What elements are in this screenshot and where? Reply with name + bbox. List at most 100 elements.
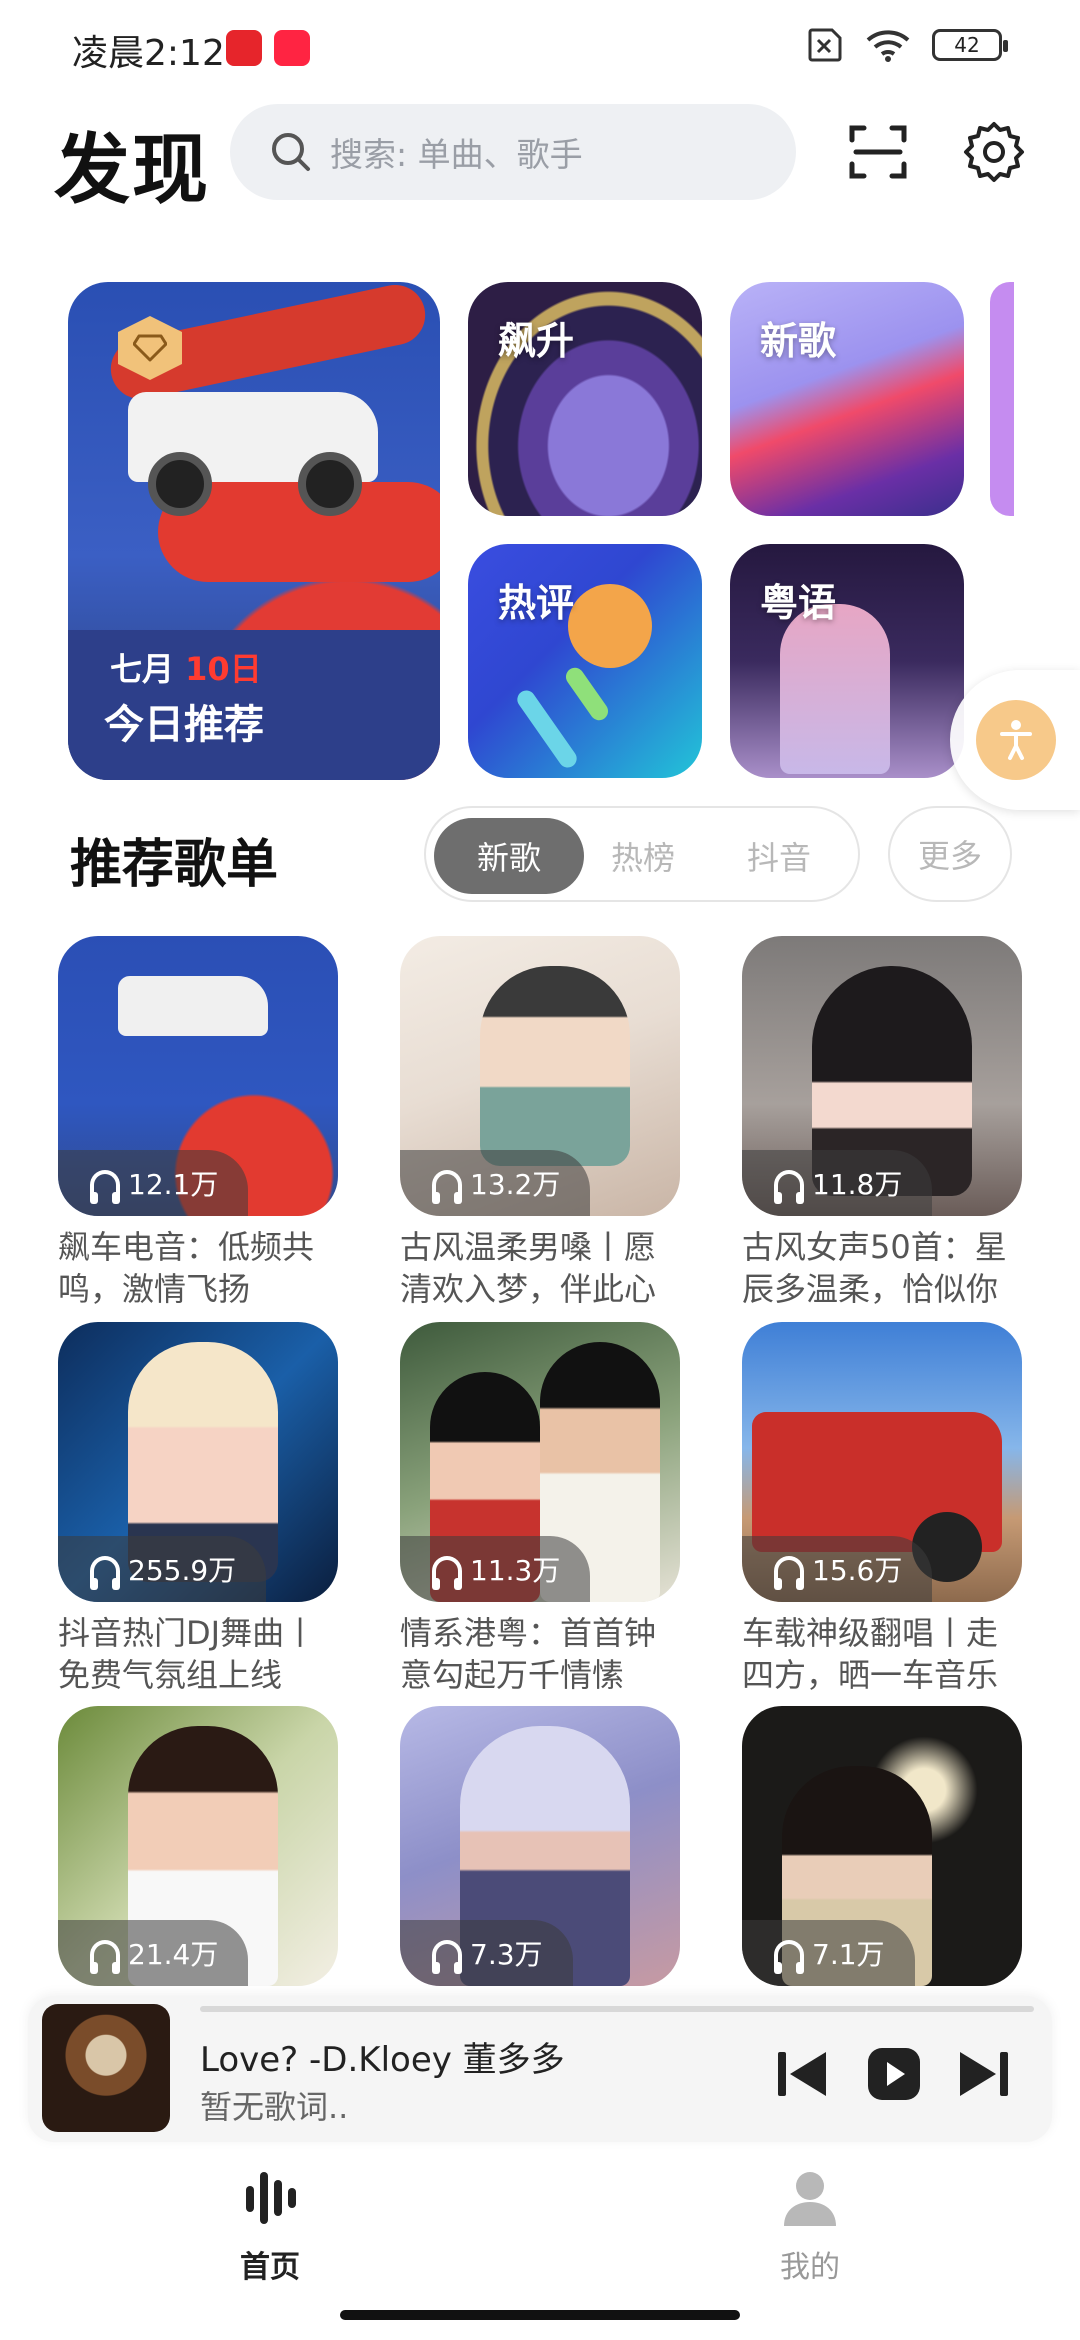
no-sim-icon: [808, 28, 842, 62]
cover-art-wheel: [148, 452, 212, 516]
play-count: 13.2万: [400, 1150, 591, 1216]
playlist-cover: 12.1万: [58, 936, 338, 1216]
daily-date: 七月 10日: [110, 644, 262, 690]
headphone-icon: [432, 1170, 462, 1204]
header: 发现 搜索: 单曲、歌手: [0, 100, 1080, 214]
cover-art-circle: [568, 584, 652, 668]
cantonese-label: 粤语: [760, 581, 837, 625]
play-count: 255.9万: [58, 1536, 267, 1602]
playlist-title: 车载神级翻唱丨走四方，晒一车音乐: [742, 1614, 999, 1694]
playlist-cover: 15.6万: [742, 1322, 1022, 1602]
playlist-cover: 7.1万: [742, 1706, 1022, 1986]
mini-player[interactable]: Love? -D.Kloey 董多多 暂无歌词..: [28, 1996, 1052, 2142]
hot-comment-label: 热评: [498, 581, 575, 625]
tab-douyin[interactable]: 抖音: [704, 818, 854, 894]
hot-comment-tile[interactable]: 热评: [468, 544, 702, 778]
page-title: 发现: [54, 125, 210, 214]
battery-level: 42: [954, 33, 980, 57]
play-count-value: 7.1万: [812, 1938, 885, 1971]
play-count-value: 12.1万: [128, 1168, 219, 1201]
nav-home-label: 首页: [240, 2250, 300, 2285]
playlist-cover: 7.3万: [400, 1706, 680, 1986]
playlist-card[interactable]: 7.1万: [742, 1706, 1022, 1986]
playlist-card[interactable]: 15.6万 车载神级翻唱丨走四方，晒一车音乐: [742, 1322, 1022, 1698]
new-song-tile[interactable]: 新歌: [730, 282, 964, 516]
play-count-value: 15.6万: [812, 1554, 903, 1587]
play-count: 15.6万: [742, 1536, 933, 1602]
settings-gear-icon[interactable]: [962, 120, 1026, 184]
headphone-icon: [90, 1556, 120, 1590]
playlist-card[interactable]: 255.9万 抖音热门DJ舞曲丨免费气氛组上线: [58, 1322, 338, 1698]
next-track-icon[interactable]: [956, 2046, 1012, 2102]
playlist-title: 古风温柔男嗓丨愿清欢入梦，伴此心: [400, 1228, 657, 1308]
play-count: 7.1万: [742, 1920, 915, 1986]
play-count-value: 255.9万: [128, 1554, 237, 1587]
search-input[interactable]: 搜索: 单曲、歌手: [230, 104, 796, 200]
daily-recommend-tile[interactable]: 七月 10日 今日推荐: [68, 282, 440, 780]
play-count-value: 11.8万: [812, 1168, 903, 1201]
playlist-tab-group: 新歌 热榜 抖音: [424, 806, 860, 902]
playlist-card[interactable]: 11.3万 情系港粤：首首钟意勾起万千情愫: [400, 1322, 680, 1698]
play-count: 12.1万: [58, 1150, 249, 1216]
playlist-card[interactable]: 13.2万 古风温柔男嗓丨愿清欢入梦，伴此心: [400, 936, 680, 1312]
player-progress-bar[interactable]: [200, 2006, 1034, 2012]
play-count: 11.3万: [400, 1536, 591, 1602]
playlist-title: 抖音热门DJ舞曲丨免费气氛组上线: [58, 1614, 317, 1694]
playlist-card[interactable]: 21.4万: [58, 1706, 338, 1986]
cover-art-stroke: [562, 664, 612, 724]
playlist-cover: 13.2万: [400, 936, 680, 1216]
headphone-icon: [432, 1940, 462, 1974]
daily-day: 10日: [185, 650, 262, 688]
play-count-value: 11.3万: [470, 1554, 561, 1587]
headphone-icon: [90, 1170, 120, 1204]
nav-mine[interactable]: 我的: [730, 2168, 890, 2286]
nav-home[interactable]: 首页: [190, 2168, 350, 2286]
headphone-icon: [90, 1940, 120, 1974]
music-bars-icon: [246, 2172, 296, 2224]
player-lyric: 暂无歌词..: [200, 2088, 349, 2126]
battery-indicator: 42: [932, 29, 1008, 61]
search-icon: [272, 133, 310, 171]
tab-new-songs[interactable]: 新歌: [434, 818, 584, 894]
player-album-art[interactable]: [42, 2004, 170, 2132]
status-bar: 凌晨2:12 42: [0, 0, 1080, 90]
play-count-value: 21.4万: [128, 1938, 219, 1971]
player-song-title: Love? -D.Kloey 董多多: [200, 2040, 565, 2080]
home-indicator: [340, 2310, 740, 2320]
playlist-card[interactable]: 12.1万 飙车电音：低频共鸣，激情飞扬: [58, 936, 338, 1312]
daily-title: 今日推荐: [104, 702, 264, 748]
nav-mine-label: 我的: [780, 2250, 840, 2285]
section-title: 推荐歌单: [70, 835, 279, 895]
previous-track-icon[interactable]: [774, 2046, 830, 2102]
playlist-card[interactable]: 7.3万: [400, 1706, 680, 1986]
xiaohongshu-notification-icon: [274, 30, 310, 66]
status-indicators: 42: [804, 28, 1008, 62]
status-time: 凌晨2:12: [72, 33, 225, 74]
cover-art-wheel: [298, 452, 362, 516]
play-count: 21.4万: [58, 1920, 249, 1986]
playlist-cover: 21.4万: [58, 1706, 338, 1986]
play-count-value: 7.3万: [470, 1938, 543, 1971]
scan-icon[interactable]: [846, 120, 910, 184]
play-icon[interactable]: [866, 2046, 922, 2102]
music-app-notification-icon: [226, 30, 262, 66]
playlist-cover: 255.9万: [58, 1322, 338, 1602]
playlist-title: 情系港粤：首首钟意勾起万千情愫: [400, 1614, 657, 1694]
playlist-title: 古风女声50首：星辰多温柔，恰似你: [742, 1228, 1007, 1308]
playlist-title: 飙车电音：低频共鸣，激情飞扬: [58, 1228, 315, 1308]
more-button[interactable]: 更多: [888, 806, 1012, 902]
daily-month: 七月: [110, 650, 175, 688]
search-placeholder: 搜索: 单曲、歌手: [330, 135, 583, 174]
play-count-value: 13.2万: [470, 1168, 561, 1201]
tab-hot-list[interactable]: 热榜: [568, 818, 718, 894]
headphone-icon: [432, 1556, 462, 1590]
soar-chart-tile[interactable]: 飙升: [468, 282, 702, 516]
headphone-icon: [774, 1940, 804, 1974]
soar-label: 飙升: [498, 319, 575, 363]
playlist-card[interactable]: 11.8万 古风女声50首：星辰多温柔，恰似你: [742, 936, 1022, 1312]
next-tile-peek[interactable]: [990, 282, 1014, 516]
bottom-nav: 首页 我的: [0, 2150, 1080, 2290]
accessibility-float-button[interactable]: [950, 670, 1080, 810]
headphone-icon: [774, 1556, 804, 1590]
cantonese-tile[interactable]: 粤语: [730, 544, 964, 778]
